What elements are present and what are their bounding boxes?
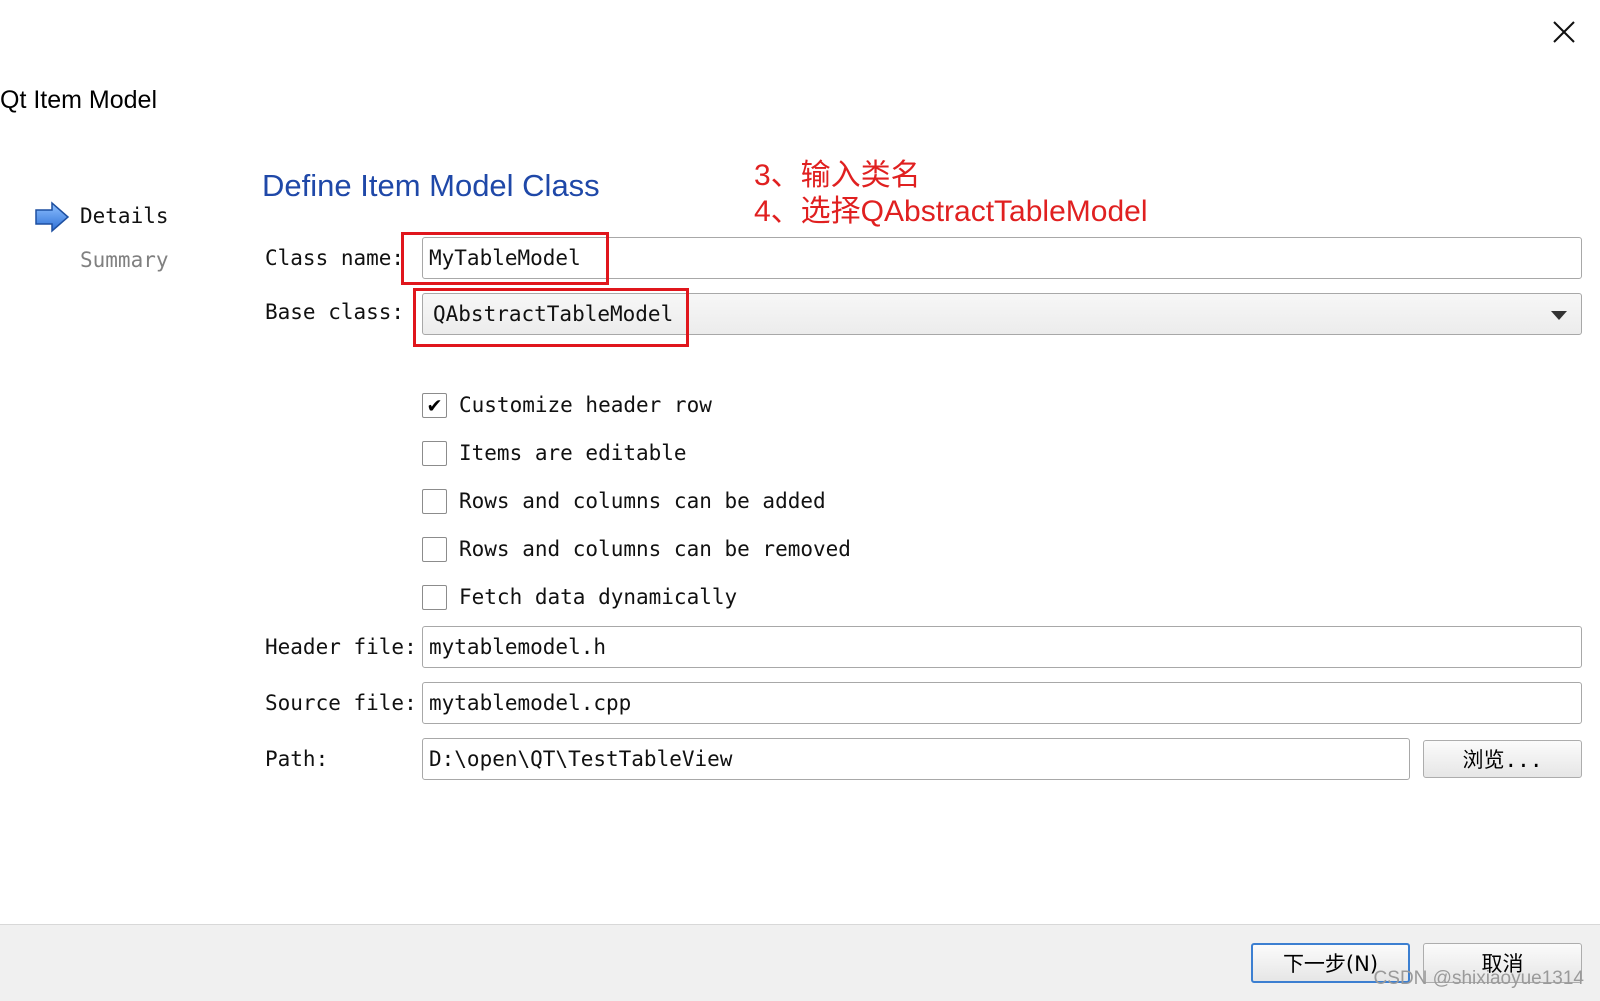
header-file-label: Header file: (265, 635, 417, 659)
checkbox-customize-header-row[interactable]: ✔ Customize header row (422, 390, 712, 420)
checkbox-label: Items are editable (459, 441, 687, 465)
checkbox-label: Fetch data dynamically (459, 585, 738, 609)
sidebar-step-summary: Summary (80, 248, 169, 272)
checkbox-rows-columns-removed[interactable]: Rows and columns can be removed (422, 534, 851, 564)
checkbox-fetch-data-dynamically[interactable]: Fetch data dynamically (422, 582, 737, 612)
path-input[interactable]: D:\open\QT\TestTableView (422, 738, 1410, 780)
checkbox-rows-columns-added[interactable]: Rows and columns can be added (422, 486, 826, 516)
close-button[interactable] (1540, 12, 1588, 52)
base-class-label: Base class: (265, 300, 405, 324)
source-file-input[interactable]: mytablemodel.cpp (422, 682, 1582, 724)
class-name-highlight-box (401, 232, 609, 285)
checkbox-box[interactable] (422, 488, 447, 514)
browse-button[interactable]: 浏览... (1423, 740, 1582, 778)
annotation-step-4: 4、选择QAbstractTableModel (754, 195, 1148, 228)
source-file-label: Source file: (265, 691, 417, 715)
checkbox-box[interactable]: ✔ (422, 392, 447, 418)
chevron-down-icon[interactable] (1551, 311, 1567, 320)
close-icon (1553, 21, 1575, 43)
checkbox-label: Customize header row (459, 393, 712, 417)
checkbox-label: Rows and columns can be added (459, 489, 826, 513)
checkbox-box[interactable] (422, 440, 447, 466)
base-class-highlight-box (413, 288, 689, 347)
class-name-label: Class name: (265, 246, 405, 270)
checkbox-box[interactable] (422, 536, 447, 562)
page-heading: Define Item Model Class (262, 168, 600, 203)
dialog-title: Qt Item Model (0, 86, 157, 114)
watermark-text: CSDN @shixiaoyue1314 (1373, 968, 1584, 989)
checkbox-box[interactable] (422, 584, 447, 610)
header-file-input[interactable]: mytablemodel.h (422, 626, 1582, 668)
checkbox-items-editable[interactable]: Items are editable (422, 438, 687, 468)
path-label: Path: (265, 747, 329, 771)
arrow-right-icon (34, 200, 70, 234)
checkbox-label: Rows and columns can be removed (459, 537, 851, 561)
sidebar-step-details: Details (80, 204, 169, 228)
